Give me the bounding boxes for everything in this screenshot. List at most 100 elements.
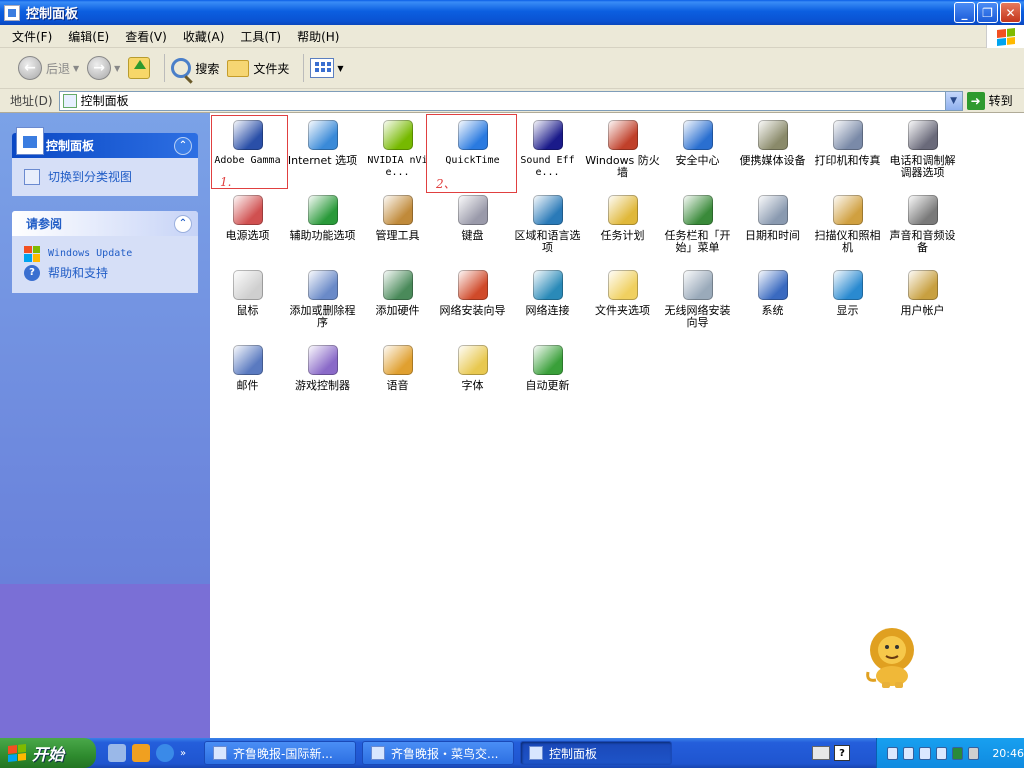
address-bar: 地址(D) 控制面板 ▼ ➜ 转到 [0, 89, 1024, 113]
control-panel-item[interactable]: 便携媒体设备 [735, 113, 810, 188]
windows-update-link[interactable]: Windows Update [24, 244, 188, 263]
control-panel-item[interactable]: 网络连接 [510, 263, 585, 338]
task-button-qilu-2[interactable]: 齐鲁晚报・菜鸟交... [362, 741, 514, 765]
media-player-icon[interactable] [132, 744, 150, 762]
control-panel-item[interactable]: 扫描仪和照相机 [810, 188, 885, 263]
menu-bar: 文件(F) 编辑(E) 查看(V) 收藏(A) 工具(T) 帮助(H) [0, 25, 1024, 48]
ime-help-icon[interactable]: ? [834, 745, 850, 761]
volume-tray-icon[interactable] [919, 746, 931, 760]
control-panel-item[interactable]: 文件夹选项 [585, 263, 660, 338]
item-label: 网络安装向导 [439, 304, 506, 317]
views-dropdown-icon[interactable]: ▼ [337, 64, 343, 73]
item-label: 任务栏和「开始」菜单 [664, 229, 731, 254]
folders-button[interactable]: 文件夹 [227, 52, 289, 84]
control-panel-item[interactable]: 无线网络安装向导 [660, 263, 735, 338]
desktop-icon[interactable] [108, 744, 126, 762]
task-button-qilu-1[interactable]: 齐鲁晚报-国际新... [204, 741, 356, 765]
address-dropdown-icon[interactable]: ▼ [944, 91, 962, 110]
back-dropdown-icon[interactable]: ▼ [73, 64, 79, 73]
antivirus-tray-icon[interactable] [951, 746, 964, 760]
control-panel-box-header[interactable]: 控制面板 ⌃ [12, 127, 198, 158]
menu-favorites[interactable]: 收藏(A) [183, 28, 225, 45]
control-panel-item[interactable]: 任务栏和「开始」菜单 [660, 188, 735, 263]
control-panel-item[interactable]: 自动更新 [510, 338, 585, 413]
menu-edit[interactable]: 编辑(E) [68, 28, 109, 45]
annotation-2: 2、 [436, 177, 456, 191]
start-button[interactable]: 开始 [0, 738, 96, 768]
network-setup-icon [457, 270, 488, 300]
control-panel-item[interactable]: 辅助功能选项 [285, 188, 360, 263]
tray-icon[interactable] [968, 746, 980, 760]
menu-help[interactable]: 帮助(H) [297, 28, 339, 45]
help-support-link[interactable]: ? 帮助和支持 [24, 263, 188, 282]
network-tray-icon-2[interactable] [903, 746, 915, 760]
item-icon-wrap [457, 269, 489, 301]
control-panel-item[interactable]: 任务计划 [585, 188, 660, 263]
control-panel-item[interactable]: 系统 [735, 263, 810, 338]
switch-category-view-link[interactable]: 切换到分类视图 [24, 167, 188, 186]
item-icon-wrap [232, 194, 264, 226]
task-button-control-panel[interactable]: 控制面板 [520, 741, 672, 765]
collapse-chevron-icon[interactable]: ⌃ [174, 136, 192, 155]
item-label: 电话和调制解调器选项 [889, 154, 956, 179]
item-label: 鼠标 [236, 304, 259, 317]
control-panel-item[interactable]: 电源选项 [210, 188, 285, 263]
control-panel-item[interactable]: 邮件 [210, 338, 285, 413]
back-button[interactable]: ← 后退 ▼ [18, 52, 79, 84]
control-panel-item[interactable]: 用户帐户 [885, 263, 960, 338]
control-panel-item[interactable]: 语音 [360, 338, 435, 413]
address-value: 控制面板 [80, 94, 129, 108]
control-panel-item[interactable]: 添加硬件 [360, 263, 435, 338]
network-tray-icon[interactable] [887, 746, 899, 760]
control-panel-item[interactable]: 鼠标 [210, 263, 285, 338]
control-panel-item[interactable]: NVIDIA nVie... [360, 113, 435, 188]
item-icon-wrap [457, 344, 489, 376]
search-button[interactable]: 搜索 [171, 52, 219, 84]
ie-icon[interactable] [156, 744, 174, 762]
views-button[interactable]: ▼ [310, 52, 344, 84]
maximize-button[interactable]: ❐ [977, 2, 998, 23]
control-panel-item[interactable]: 电话和调制解调器选项 [885, 113, 960, 188]
display-tray-icon[interactable] [935, 746, 947, 760]
control-panel-item[interactable]: 游戏控制器 [285, 338, 360, 413]
control-panel-item[interactable]: 打印机和传真 [810, 113, 885, 188]
power-icon [232, 195, 263, 225]
control-panel-item[interactable]: 日期和时间 [735, 188, 810, 263]
control-panel-item[interactable]: 区域和语言选项 [510, 188, 585, 263]
control-panel-item[interactable]: 键盘 [435, 188, 510, 263]
control-panel-item[interactable]: 添加或删除程序 [285, 263, 360, 338]
menu-file[interactable]: 文件(F) [12, 28, 52, 45]
control-panel-item[interactable]: 网络安装向导 [435, 263, 510, 338]
item-icon-wrap [382, 194, 414, 226]
keyboard-icon [457, 195, 488, 225]
speaker-icon [907, 195, 938, 225]
folder-icon [227, 59, 250, 77]
control-panel-item[interactable]: 声音和音频设备 [885, 188, 960, 263]
quick-launch-more-icon[interactable]: » [180, 748, 186, 759]
control-panel-item[interactable]: 管理工具 [360, 188, 435, 263]
control-panel-item[interactable]: Windows 防火墙 [585, 113, 660, 188]
scheduled-tasks-icon [607, 195, 638, 225]
control-panel-item[interactable]: Internet 选项 [285, 113, 360, 188]
item-label: 辅助功能选项 [289, 229, 356, 242]
close-button[interactable]: ✕ [1000, 2, 1021, 23]
menu-tools[interactable]: 工具(T) [240, 28, 281, 45]
control-panel-item[interactable]: 字体 [435, 338, 510, 413]
views-icon [310, 58, 335, 78]
menu-view[interactable]: 查看(V) [125, 28, 167, 45]
see-also-box-header[interactable]: 请参阅 ⌃ [12, 211, 198, 236]
go-button[interactable]: ➜ 转到 [966, 91, 1013, 110]
address-input[interactable]: 控制面板 ▼ [58, 90, 963, 111]
control-panel-item[interactable]: Sound Effe... [510, 113, 585, 188]
windows-update-icon [24, 245, 40, 262]
keyboard-icon[interactable] [812, 746, 830, 760]
up-button[interactable] [128, 52, 151, 84]
control-panel-icon [4, 4, 20, 21]
forward-dropdown-icon[interactable]: ▼ [114, 64, 120, 73]
help-icon: ? [24, 264, 40, 281]
control-panel-item[interactable]: 安全中心 [660, 113, 735, 188]
collapse-chevron-icon[interactable]: ⌃ [174, 214, 192, 233]
control-panel-item[interactable]: 显示 [810, 263, 885, 338]
minimize-button[interactable]: _ [954, 2, 975, 23]
forward-button[interactable]: → ▼ [87, 52, 120, 84]
